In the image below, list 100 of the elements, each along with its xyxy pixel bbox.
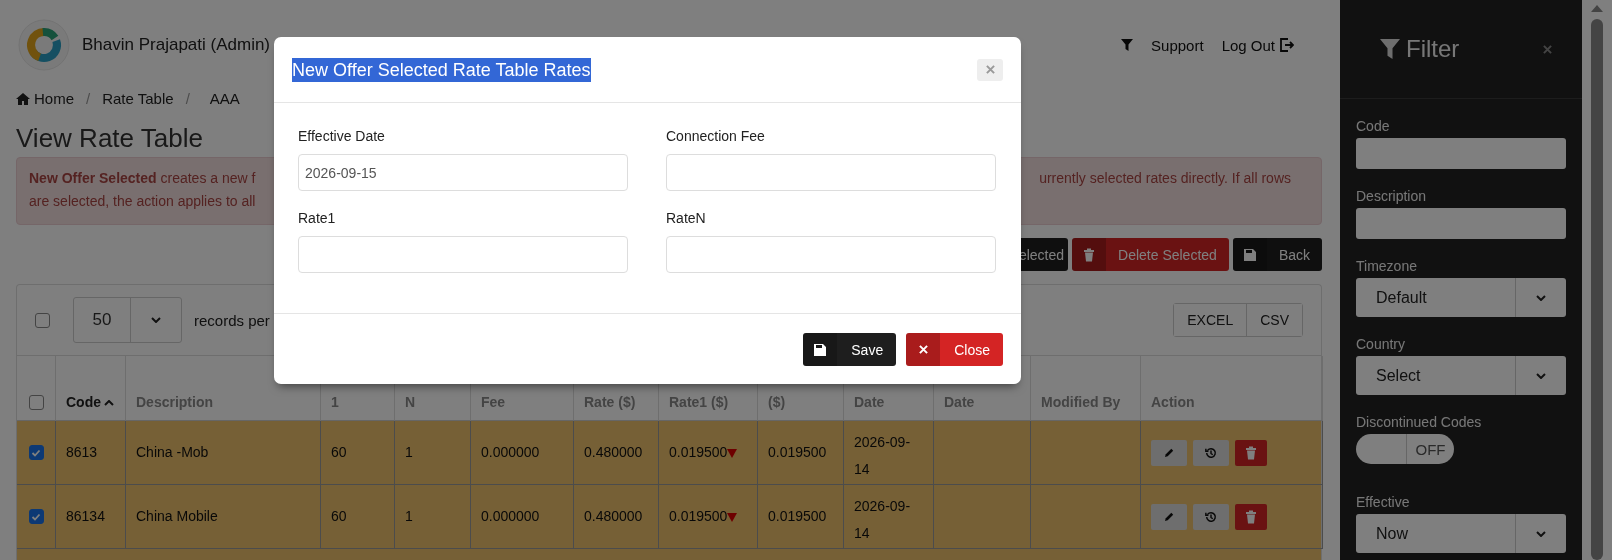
select-all-checkbox[interactable] [35,312,50,328]
breadcrumb-link[interactable]: AAA [209,90,240,107]
page-title: View Rate Table [16,123,203,153]
column-header[interactable]: ($) [768,394,786,410]
filter-select[interactable]: Default [1356,278,1566,317]
table-cell-text: 1 [405,443,413,462]
table-cell-text: 0.480000 [584,443,643,462]
field-label: Country [1356,336,1406,352]
column-header[interactable]: Rate ($) [584,394,636,410]
column-header[interactable]: Description [136,394,213,410]
alert-text: New Offer Selected creates a new f [29,169,256,188]
edit-button[interactable] [1151,503,1187,530]
column-header[interactable]: Fee [481,394,506,410]
table-cell-text: 60 [331,507,347,526]
field-label: Rate1 [298,210,336,226]
trash-icon [1245,509,1257,524]
trash-icon [1245,445,1257,460]
modal-title: New Offer Selected Rate Table Rates [292,57,591,82]
table-row[interactable]: 86134 China Mobile 60 1 0.000000 0.480000 0.019500 0.019500 2026-09-14 [17,485,1321,549]
history-button[interactable] [1193,439,1229,466]
chevron-down-icon [151,317,161,323]
field-label: Timezone [1356,258,1417,274]
breadcrumb-link[interactable]: Rate Table [102,90,174,107]
row-checkbox[interactable] [28,445,44,460]
filter-input[interactable] [1356,208,1566,239]
field-label: Discontinued Codes [1356,414,1482,430]
close-icon [985,65,995,74]
column-header[interactable]: Date [944,394,975,410]
home-icon [16,92,30,105]
edit-button[interactable] [1151,439,1187,466]
close-button[interactable] [1543,44,1552,54]
pencil-icon [1163,511,1175,522]
table-cell-text: China Mobile [136,507,218,526]
chevron-down-icon [1536,294,1546,301]
table-cell-text: 0.000000 [481,507,540,526]
delete-button[interactable] [1235,439,1267,466]
records-label: records per [194,311,270,329]
alert-text: urrently selected rates directly. If all rows [1039,169,1291,188]
history-button[interactable] [1193,503,1229,530]
close-button[interactable] [977,58,1003,81]
table-cell-text: 86134 [66,507,105,526]
filter-icon [1380,39,1400,59]
close-button[interactable]: Close [906,333,1003,366]
filter-input[interactable] [1356,138,1566,169]
page-size-select[interactable]: 50 [73,297,182,343]
alert-text: are selected, the action applies to all [29,192,256,211]
filter-title: Filter [1406,35,1460,63]
filter-icon [1121,39,1134,51]
input-field[interactable]: 2026-09-15 [298,154,628,191]
user-name: Bhavin Prajapati (Admin) [82,35,271,55]
input-field[interactable] [666,154,996,191]
chevron-down-icon [1536,372,1546,379]
back-button[interactable]: Back [1232,238,1322,271]
delete-button[interactable] [1235,503,1267,530]
table-row[interactable]: 8613 China -Mob 60 1 0.000000 0.480000 0.019500 0.019500 2026-09-14 [17,421,1321,485]
table-cell-text: 0.019500 [669,507,728,526]
history-icon [1205,510,1217,523]
column-header[interactable]: 1 [331,394,339,410]
checkmark-icon [31,511,41,522]
table-cell-text: 0.019500 [768,443,827,462]
history-icon [1205,446,1217,459]
table-cell-text: 2026-09-14 [854,433,912,479]
row-checkbox[interactable] [28,509,44,524]
header-link[interactable]: Log Out [1221,36,1294,54]
input-field[interactable] [298,236,628,273]
column-header[interactable]: Action [1151,394,1195,410]
field-label: Effective [1356,494,1410,510]
header-link[interactable]: Support [1151,36,1204,54]
table-cell-text: 60 [331,443,347,462]
input-field[interactable] [666,236,996,273]
scroll-up-icon[interactable] [1591,5,1603,12]
field-label: Connection Fee [666,128,765,144]
close-icon [1543,44,1552,54]
table-cell-text: 8613 [66,443,98,462]
chevron-down-icon [1536,530,1546,537]
pencil-icon [1163,447,1175,458]
toggle-switch[interactable]: OFF [1356,434,1454,464]
filter-select[interactable]: Select [1356,356,1566,395]
table-cell-text: 0.019500 [768,507,827,526]
column-header[interactable]: Modified By [1041,394,1121,410]
field-label: Effective Date [298,128,385,144]
column-header[interactable]: N [405,394,416,410]
column-header[interactable]: Rate1 ($) [669,394,729,410]
close-icon [918,345,928,354]
table-cell-text: China -Mob [136,443,209,462]
filter-select[interactable]: Now [1356,514,1566,553]
delete-button[interactable]: Delete Selected [1072,238,1229,271]
table-cell-text: 0.000000 [481,443,540,462]
breadcrumb-separator: / [185,90,190,107]
table-cell-text: 0.019500 [669,443,728,462]
checkmark-icon [31,447,41,458]
sort-up-icon [104,400,114,406]
column-header[interactable]: Code [66,394,101,410]
header-checkbox[interactable] [28,395,44,410]
breadcrumb-link[interactable]: Home [16,90,74,107]
save-button[interactable]: Save [803,333,897,366]
column-header[interactable]: Date [854,394,885,410]
field-label: Code [1356,118,1390,134]
field-label: Description [1356,188,1427,204]
export-button[interactable]: CSV [1246,304,1302,336]
